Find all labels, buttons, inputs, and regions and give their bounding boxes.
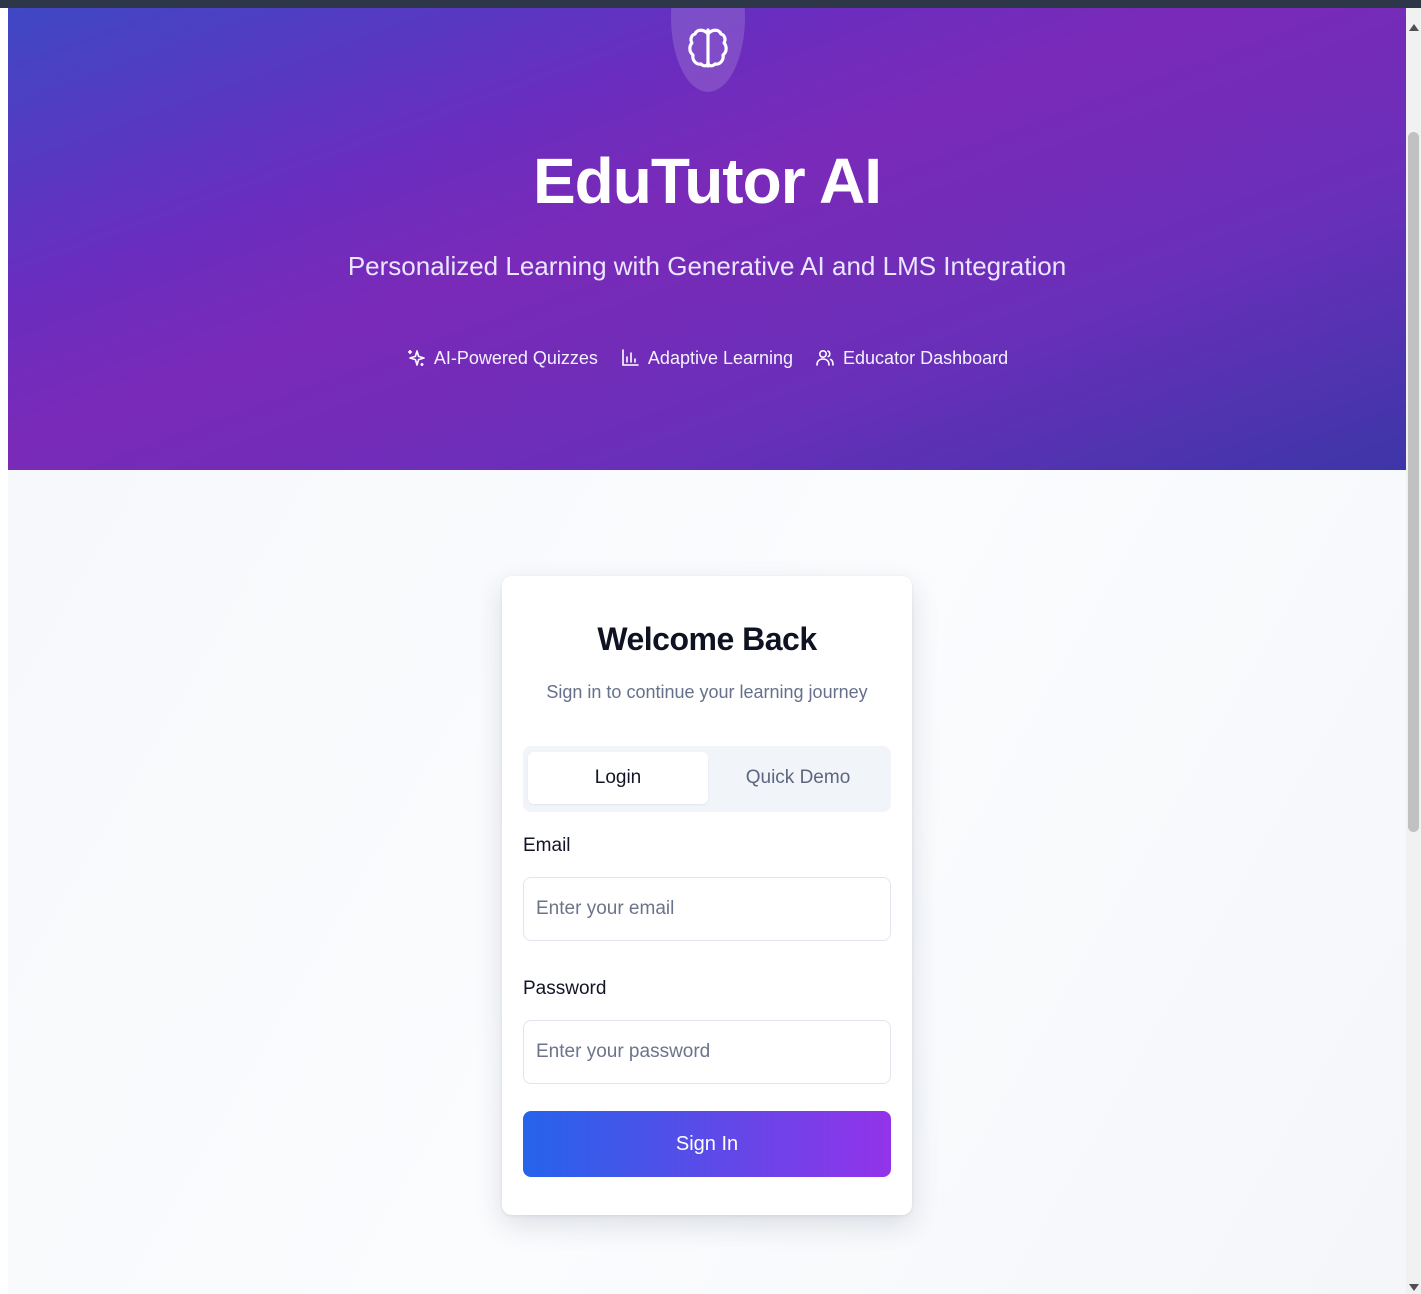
auth-tabs: Login Quick Demo (523, 746, 891, 812)
page: EduTutor AI Personalized Learning with G… (0, 0, 1421, 1294)
feature-adaptive-learning: Adaptive Learning (620, 340, 793, 376)
sign-in-button[interactable]: Sign In (523, 1111, 891, 1177)
scrollbar-thumb[interactable] (1408, 132, 1419, 832)
card-title: Welcome Back (597, 621, 817, 657)
scroll-down-arrow-icon[interactable] (1409, 1284, 1419, 1291)
login-card: Welcome Back Sign in to continue your le… (502, 576, 912, 1215)
users-icon (815, 348, 835, 368)
password-label: Password (523, 978, 607, 999)
feature-label: Educator Dashboard (843, 348, 1009, 368)
feature-label: AI-Powered Quizzes (433, 348, 598, 368)
sparkles-icon (406, 348, 426, 368)
feature-label: Adaptive Learning (647, 348, 794, 368)
password-field[interactable] (523, 1020, 891, 1084)
logo-badge (671, 8, 745, 92)
vertical-scrollbar[interactable] (1406, 8, 1421, 1294)
window-left-edge (0, 8, 8, 1294)
feature-educator-dashboard: Educator Dashboard (815, 340, 1008, 376)
email-field[interactable] (523, 877, 891, 941)
tab-login[interactable]: Login (528, 752, 708, 804)
bar-chart-icon (620, 348, 640, 368)
app-title: EduTutor AI (532, 145, 882, 217)
tab-quick-demo[interactable]: Quick Demo (708, 752, 888, 804)
scroll-up-arrow-icon[interactable] (1409, 24, 1419, 31)
app-tagline: Personalized Learning with Generative AI… (347, 251, 1067, 281)
card-subtitle: Sign in to continue your learning journe… (546, 682, 868, 702)
window-top-bar (0, 0, 1421, 8)
feature-list: AI-Powered Quizzes Adaptive Learning Edu… (8, 340, 1406, 376)
feature-ai-quizzes: AI-Powered Quizzes (406, 340, 598, 376)
email-label: Email (523, 835, 571, 856)
hero-banner: EduTutor AI Personalized Learning with G… (8, 8, 1406, 470)
